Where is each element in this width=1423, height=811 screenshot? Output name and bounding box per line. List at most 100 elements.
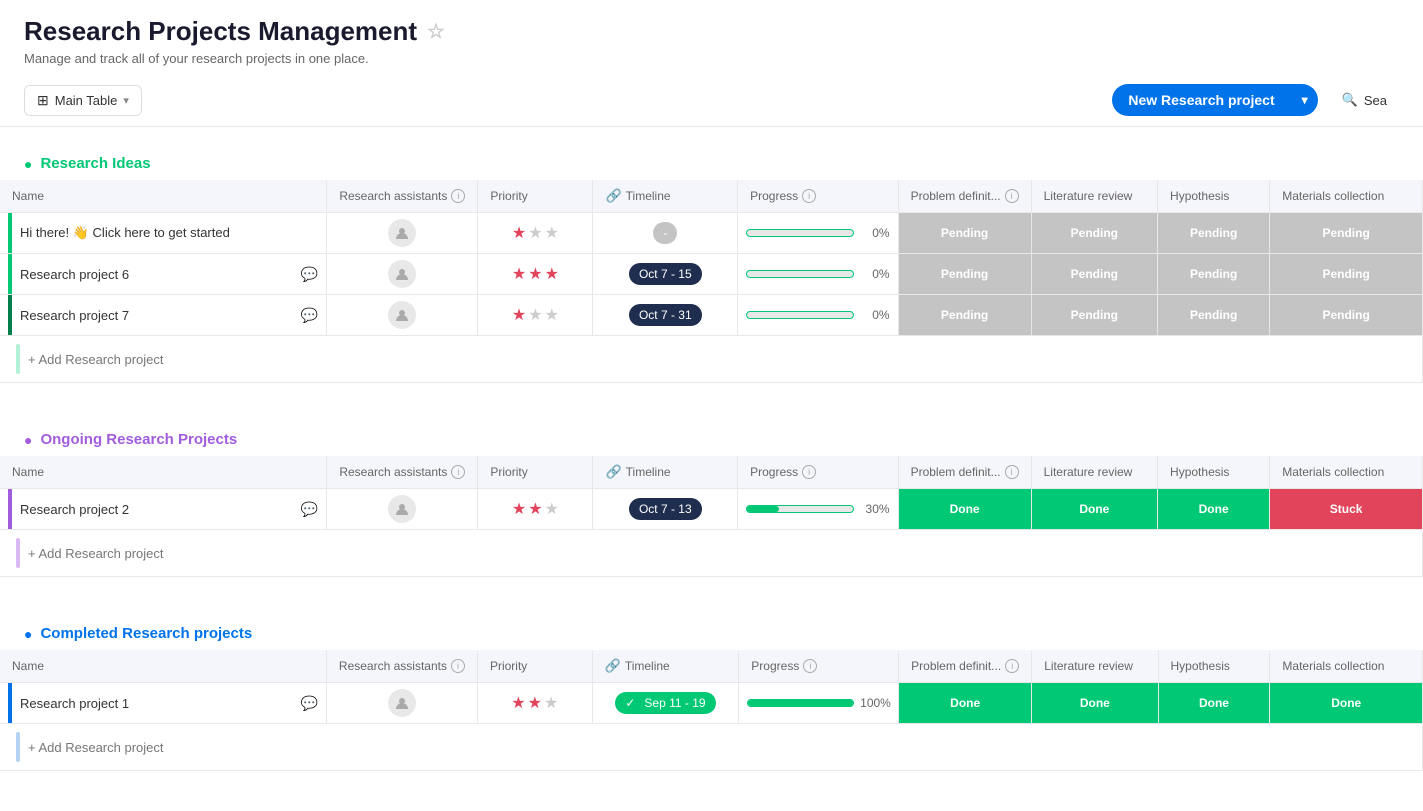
cell-timeline-project6[interactable]: Oct 7 - 15 bbox=[593, 254, 738, 295]
cell-timeline-project1[interactable]: ✓Sep 11 - 19 bbox=[592, 683, 739, 724]
star-icon: ★ bbox=[528, 693, 542, 713]
section-title-ideas[interactable]: Research Ideas bbox=[40, 155, 150, 172]
row-name-project7[interactable]: Research project 7 bbox=[20, 308, 293, 323]
avatar-project1[interactable] bbox=[388, 689, 416, 717]
progress-info-icon[interactable]: i bbox=[802, 189, 816, 203]
chat-icon[interactable]: 💬 bbox=[301, 501, 318, 518]
problem-info-icon[interactable]: i bbox=[1005, 189, 1019, 203]
add-row-completed[interactable]: + Add Research project bbox=[0, 724, 1423, 771]
cell-hypothesis-project6[interactable]: Pending bbox=[1158, 254, 1270, 295]
cell-hypothesis-project2[interactable]: Done bbox=[1158, 489, 1270, 530]
th-assistants: Research assistants i bbox=[327, 456, 478, 489]
cell-timeline-project2[interactable]: Oct 7 - 13 bbox=[593, 489, 738, 530]
cell-assistants-project2 bbox=[327, 489, 478, 530]
assistants-info-icon[interactable]: i bbox=[451, 189, 465, 203]
cell-priority-project6[interactable]: ★★★ bbox=[478, 254, 593, 295]
cell-hypothesis-project7[interactable]: Pending bbox=[1158, 295, 1270, 336]
add-row-cell-completed[interactable]: + Add Research project bbox=[0, 724, 1423, 771]
cell-assistants-project6 bbox=[327, 254, 478, 295]
sections-container: ● Research Ideas Name Research assistant… bbox=[0, 147, 1423, 791]
section-toggle-ideas[interactable]: ● bbox=[24, 156, 32, 172]
status-badge: Pending bbox=[1032, 254, 1157, 294]
section-toggle-ongoing[interactable]: ● bbox=[24, 432, 32, 448]
link-icon: 🔗 bbox=[605, 658, 621, 674]
problem-info-icon[interactable]: i bbox=[1005, 465, 1019, 479]
search-button[interactable]: 🔍 Sea bbox=[1330, 86, 1399, 114]
assistants-info-icon[interactable]: i bbox=[451, 465, 465, 479]
cell-materials-project2[interactable]: Stuck bbox=[1270, 489, 1423, 530]
page-header: Research Projects Management ☆ Manage an… bbox=[0, 0, 1423, 74]
table-row: Research project 1 💬 ★★★ ✓Sep 11 - 19 bbox=[0, 683, 1423, 724]
cell-priority-starter[interactable]: ★★★ bbox=[478, 213, 593, 254]
cell-literature-project6[interactable]: Pending bbox=[1031, 254, 1157, 295]
problem-info-icon[interactable]: i bbox=[1005, 659, 1019, 673]
cell-timeline-starter[interactable]: - bbox=[593, 213, 738, 254]
chat-icon[interactable]: 💬 bbox=[301, 307, 318, 324]
th-materials: Materials collection bbox=[1270, 650, 1423, 683]
section-toggle-completed[interactable]: ● bbox=[24, 626, 32, 642]
star-icon: ★ bbox=[528, 264, 542, 284]
avatar-project2[interactable] bbox=[388, 495, 416, 523]
cell-problem-project1[interactable]: Done bbox=[899, 683, 1032, 724]
cell-hypothesis-project1[interactable]: Done bbox=[1158, 683, 1270, 724]
cell-materials-starter[interactable]: Pending bbox=[1270, 213, 1423, 254]
add-bar bbox=[16, 538, 20, 568]
dropdown-arrow-icon[interactable]: ▾ bbox=[1292, 85, 1318, 115]
chat-icon[interactable]: 💬 bbox=[301, 266, 318, 283]
add-row-cell-ongoing[interactable]: + Add Research project bbox=[0, 530, 1423, 577]
section-title-ongoing[interactable]: Ongoing Research Projects bbox=[40, 431, 237, 448]
add-row-ideas[interactable]: + Add Research project bbox=[0, 336, 1423, 383]
favorite-star-icon[interactable]: ☆ bbox=[427, 19, 445, 44]
page-title: Research Projects Management ☆ bbox=[24, 16, 1399, 47]
row-name-project6[interactable]: Research project 6 bbox=[20, 267, 293, 282]
cell-problem-project7[interactable]: Pending bbox=[898, 295, 1031, 336]
table-icon: ⊞ bbox=[37, 92, 49, 109]
status-badge: Pending bbox=[1158, 254, 1269, 294]
star-icon: ★ bbox=[512, 499, 526, 519]
row-name-project1[interactable]: Research project 1 bbox=[20, 696, 292, 711]
cell-priority-project1[interactable]: ★★★ bbox=[477, 683, 592, 724]
cell-priority-project2[interactable]: ★★★ bbox=[478, 489, 593, 530]
row-name-starter[interactable]: Hi there! 👋 Click here to get started bbox=[20, 225, 318, 241]
cell-problem-project2[interactable]: Done bbox=[898, 489, 1031, 530]
add-row-ongoing[interactable]: + Add Research project bbox=[0, 530, 1423, 577]
th-name: Name bbox=[0, 650, 326, 683]
progress-info-icon[interactable]: i bbox=[803, 659, 817, 673]
cell-priority-project7[interactable]: ★★★ bbox=[478, 295, 593, 336]
cell-literature-project1[interactable]: Done bbox=[1032, 683, 1158, 724]
section-ideas: ● Research Ideas Name Research assistant… bbox=[0, 147, 1423, 403]
new-research-project-button[interactable]: New Research project ▾ bbox=[1112, 84, 1317, 116]
cell-problem-starter[interactable]: Pending bbox=[898, 213, 1031, 254]
cell-materials-project1[interactable]: Done bbox=[1270, 683, 1423, 724]
section-title-completed[interactable]: Completed Research projects bbox=[40, 625, 252, 642]
avatar-starter[interactable] bbox=[388, 219, 416, 247]
row-name-project2[interactable]: Research project 2 bbox=[20, 502, 293, 517]
cell-progress-project2: 30% bbox=[738, 489, 898, 530]
cell-hypothesis-starter[interactable]: Pending bbox=[1158, 213, 1270, 254]
progress-text: 30% bbox=[860, 502, 890, 516]
status-badge: Done bbox=[1159, 683, 1270, 723]
assistants-info-icon[interactable]: i bbox=[451, 659, 465, 673]
star-icon: ★ bbox=[528, 305, 542, 325]
progress-text: 0% bbox=[860, 267, 890, 281]
cell-literature-starter[interactable]: Pending bbox=[1031, 213, 1157, 254]
toolbar: ⊞ Main Table ▾ New Research project ▾ 🔍 … bbox=[0, 74, 1423, 127]
search-label: Sea bbox=[1364, 93, 1387, 108]
progress-info-icon[interactable]: i bbox=[802, 465, 816, 479]
cell-materials-project7[interactable]: Pending bbox=[1270, 295, 1423, 336]
avatar-project7[interactable] bbox=[388, 301, 416, 329]
main-table-button[interactable]: ⊞ Main Table ▾ bbox=[24, 85, 142, 116]
row-color-bar bbox=[8, 683, 12, 723]
cell-timeline-project7[interactable]: Oct 7 - 31 bbox=[593, 295, 738, 336]
chat-icon[interactable]: 💬 bbox=[300, 695, 317, 712]
avatar-project6[interactable] bbox=[388, 260, 416, 288]
cell-literature-project2[interactable]: Done bbox=[1031, 489, 1157, 530]
chevron-down-icon: ▾ bbox=[123, 94, 129, 107]
cell-materials-project6[interactable]: Pending bbox=[1270, 254, 1423, 295]
add-row-cell-ideas[interactable]: + Add Research project bbox=[0, 336, 1423, 383]
cell-literature-project7[interactable]: Pending bbox=[1031, 295, 1157, 336]
cell-problem-project6[interactable]: Pending bbox=[898, 254, 1031, 295]
progress-bar-outer bbox=[746, 505, 853, 513]
add-bar bbox=[16, 732, 20, 762]
cell-name-project1: Research project 1 💬 bbox=[0, 683, 326, 724]
